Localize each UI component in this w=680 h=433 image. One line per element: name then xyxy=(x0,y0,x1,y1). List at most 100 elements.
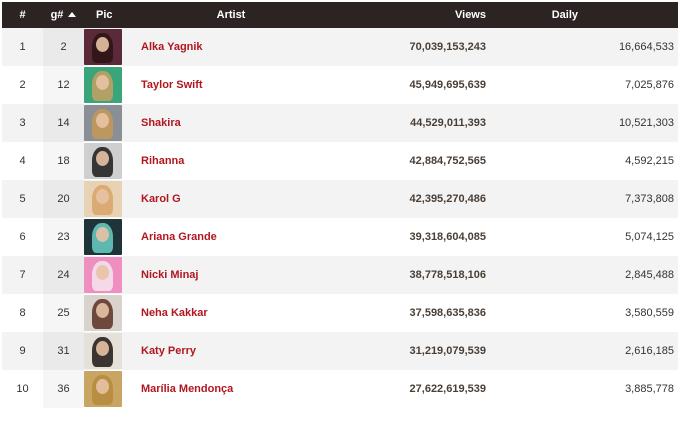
artist-avatar[interactable] xyxy=(84,181,122,217)
views-value: 42,884,752,565 xyxy=(409,155,486,167)
rank-cell: 1 xyxy=(19,41,26,53)
artist-cell: Rihanna xyxy=(136,142,326,180)
views-value: 39,318,604,085 xyxy=(409,231,486,243)
artist-avatar[interactable] xyxy=(84,143,122,179)
column-header-rank-label: # xyxy=(19,9,26,21)
artist-link[interactable]: Katy Perry xyxy=(141,345,196,357)
table-header-row: # g# Pic Artist Views Daily xyxy=(2,2,678,28)
column-header-g[interactable]: g# xyxy=(43,2,84,28)
artist-cell: Karol G xyxy=(136,180,326,218)
avatar-face-shape xyxy=(96,189,109,204)
views-cell: 70,039,153,243 xyxy=(326,28,486,66)
artist-cell: Shakira xyxy=(136,104,326,142)
artist-cell: Ariana Grande xyxy=(136,218,326,256)
views-value: 44,529,011,393 xyxy=(410,117,486,129)
avatar-face-shape xyxy=(96,227,109,242)
pic-cell xyxy=(84,104,136,142)
views-value: 42,395,270,486 xyxy=(409,193,486,205)
column-header-pic[interactable]: Pic xyxy=(84,2,136,28)
table-row: 8 25 Neha Kakkar 37,598,635,836 3,580,559 xyxy=(2,294,678,332)
artist-link[interactable]: Alka Yagnik xyxy=(141,41,203,53)
artist-cell: Alka Yagnik xyxy=(136,28,326,66)
daily-cell: 7,373,808 xyxy=(625,193,674,205)
artist-avatar[interactable] xyxy=(84,105,122,141)
table-body: 1 2 Alka Yagnik 70,039,153,243 16,664,533 2 12… xyxy=(2,28,678,408)
artist-link[interactable]: Rihanna xyxy=(141,155,184,167)
artist-link[interactable]: Nicki Minaj xyxy=(141,269,198,281)
g-rank-cell: 14 xyxy=(43,104,84,142)
artist-cell: Neha Kakkar xyxy=(136,294,326,332)
rank-cell: 5 xyxy=(19,193,26,205)
artist-ranking-table: # g# Pic Artist Views Daily 1 2 Alka Yagni… xyxy=(2,2,678,408)
artist-link[interactable]: Ariana Grande xyxy=(141,231,217,243)
column-header-artist[interactable]: Artist xyxy=(136,2,326,28)
artist-avatar[interactable] xyxy=(84,67,122,103)
daily-cell: 3,580,559 xyxy=(625,307,674,319)
avatar-face-shape xyxy=(96,37,109,52)
column-header-views[interactable]: Views xyxy=(326,2,486,28)
daily-cell: 5,074,125 xyxy=(625,231,674,243)
rank-cell: 2 xyxy=(19,79,26,91)
artist-link[interactable]: Shakira xyxy=(141,117,181,129)
artist-link[interactable]: Taylor Swift xyxy=(141,79,203,91)
artist-avatar[interactable] xyxy=(84,257,122,293)
column-header-daily[interactable]: Daily xyxy=(486,2,678,28)
table-row: 5 20 Karol G 42,395,270,486 7,373,808 xyxy=(2,180,678,218)
views-cell: 42,395,270,486 xyxy=(326,180,486,218)
rank-cell: 7 xyxy=(19,269,26,281)
daily-cell: 3,885,778 xyxy=(625,383,674,395)
rank-cell: 8 xyxy=(19,307,26,319)
daily-cell: 7,025,876 xyxy=(625,79,674,91)
daily-cell: 2,845,488 xyxy=(625,269,674,281)
rank-cell: 3 xyxy=(19,117,26,129)
ranking-table-container: # g# Pic Artist Views Daily 1 2 Alka Yagni… xyxy=(0,0,680,433)
artist-avatar[interactable] xyxy=(84,333,122,369)
pic-cell xyxy=(84,218,136,256)
column-header-rank[interactable]: # xyxy=(2,2,43,28)
artist-link[interactable]: Karol G xyxy=(141,193,181,205)
avatar-face-shape xyxy=(96,379,109,394)
views-cell: 31,219,079,539 xyxy=(326,332,486,370)
views-cell: 27,622,619,539 xyxy=(326,370,486,408)
artist-cell: Marília Mendonça xyxy=(136,370,326,408)
sort-ascending-icon xyxy=(68,11,77,17)
artist-avatar[interactable] xyxy=(84,29,122,65)
rank-cell: 9 xyxy=(19,345,26,357)
table-row: 4 18 Rihanna 42,884,752,565 4,592,215 xyxy=(2,142,678,180)
avatar-face-shape xyxy=(96,113,109,128)
pic-cell xyxy=(84,256,136,294)
views-value: 70,039,153,243 xyxy=(409,41,486,53)
column-header-g-label: g# xyxy=(50,9,64,21)
artist-link[interactable]: Neha Kakkar xyxy=(141,307,208,319)
views-value: 45,949,695,639 xyxy=(409,79,486,91)
artist-avatar[interactable] xyxy=(84,295,122,331)
g-rank-cell: 31 xyxy=(43,332,84,370)
table-row: 1 2 Alka Yagnik 70,039,153,243 16,664,533 xyxy=(2,28,678,66)
pic-cell xyxy=(84,332,136,370)
views-cell: 42,884,752,565 xyxy=(326,142,486,180)
daily-cell: 2,616,185 xyxy=(625,345,674,357)
artist-link[interactable]: Marília Mendonça xyxy=(141,383,233,395)
rank-cell: 4 xyxy=(19,155,26,167)
g-rank-cell: 20 xyxy=(43,180,84,218)
pic-cell xyxy=(84,142,136,180)
views-value: 38,778,518,106 xyxy=(409,269,486,281)
views-cell: 44,529,011,393 xyxy=(326,104,486,142)
artist-cell: Katy Perry xyxy=(136,332,326,370)
table-row: 2 12 Taylor Swift 45,949,695,639 7,025,876 xyxy=(2,66,678,104)
daily-cell: 16,664,533 xyxy=(618,41,674,53)
column-header-pic-label: Pic xyxy=(96,9,113,21)
avatar-face-shape xyxy=(96,265,109,280)
artist-cell: Nicki Minaj xyxy=(136,256,326,294)
views-cell: 37,598,635,836 xyxy=(326,294,486,332)
avatar-face-shape xyxy=(96,341,109,356)
artist-avatar[interactable] xyxy=(84,371,122,407)
avatar-face-shape xyxy=(96,303,109,318)
column-header-artist-label: Artist xyxy=(216,9,246,21)
artist-avatar[interactable] xyxy=(84,219,122,255)
column-header-daily-label: Daily xyxy=(551,9,578,21)
views-cell: 39,318,604,085 xyxy=(326,218,486,256)
views-value: 27,622,619,539 xyxy=(409,383,486,395)
pic-cell xyxy=(84,370,136,408)
table-row: 9 31 Katy Perry 31,219,079,539 2,616,185 xyxy=(2,332,678,370)
